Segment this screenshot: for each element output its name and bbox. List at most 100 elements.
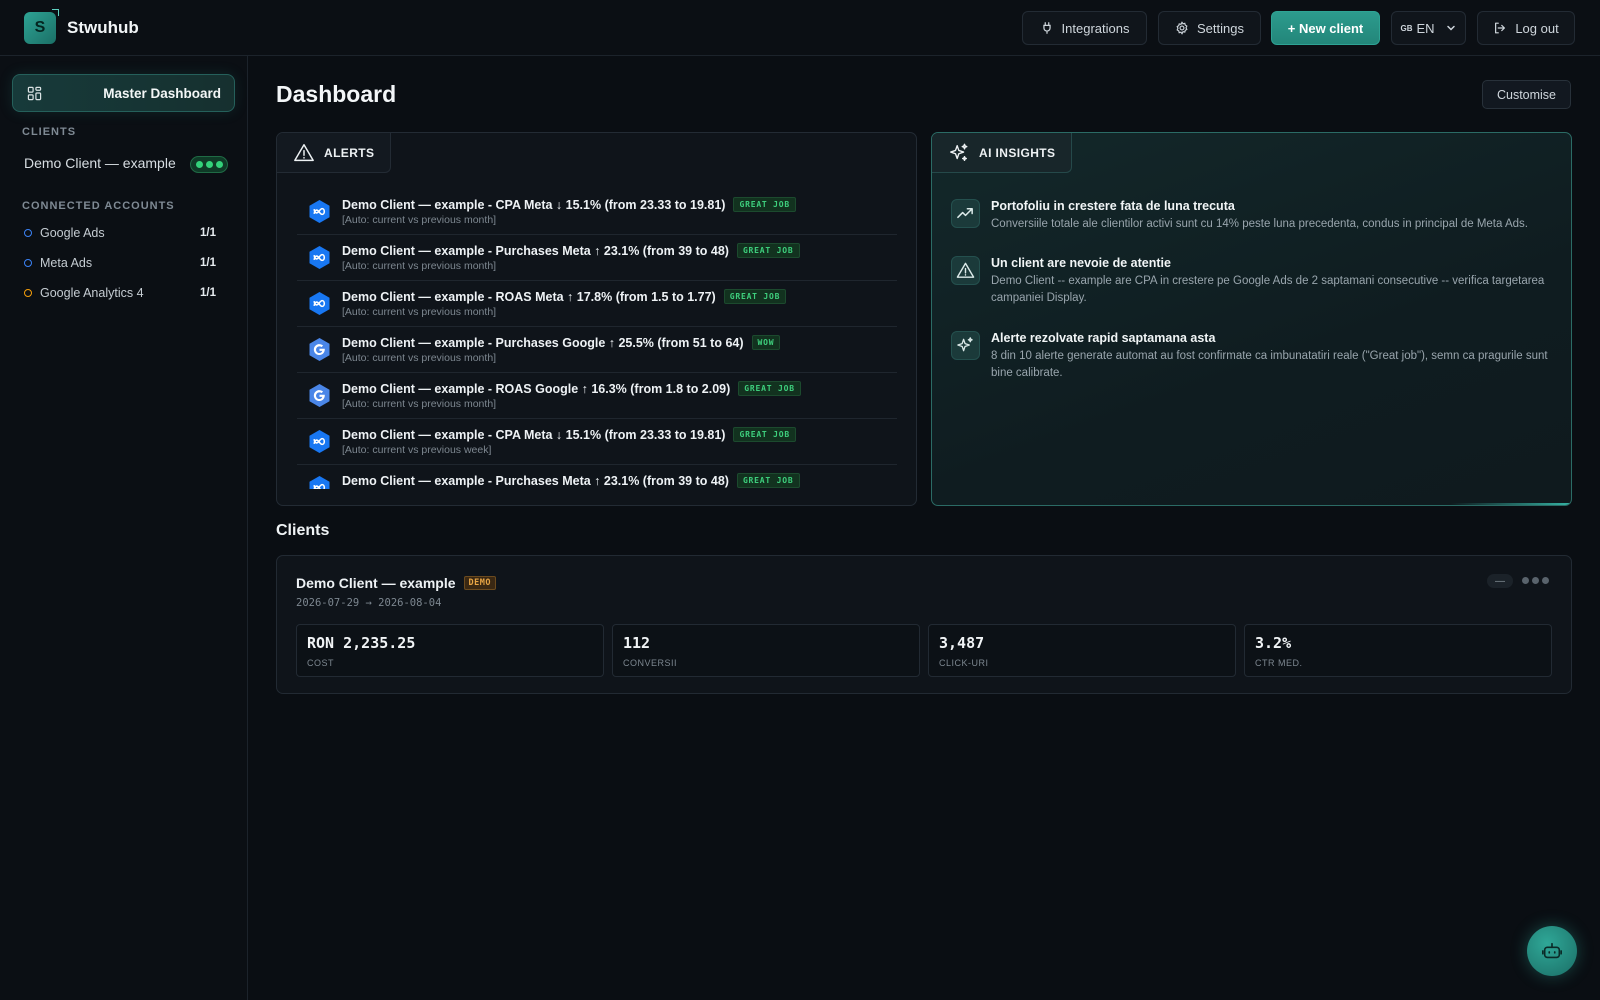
logout-icon <box>1495 22 1506 34</box>
metric-cost: RON 2,235.25 COST <box>296 624 604 677</box>
chevron-down-icon <box>1446 25 1455 31</box>
plug-icon <box>1042 22 1051 34</box>
top-bar: S Stwuhub Integrations Settings + New cl… <box>0 0 1600 56</box>
alert-badge: GREAT JOB <box>723 289 787 304</box>
client-date-range: 2026-07-29 → 2026-08-04 <box>296 597 442 609</box>
alert-row[interactable]: Demo Client — example - Purchases Meta ↑… <box>297 235 897 281</box>
connected-accounts-label: CONNECTED ACCOUNTS <box>22 200 175 212</box>
alert-row[interactable]: Demo Client — example - ROAS Meta ↑ 17.8… <box>297 281 897 327</box>
integrations-button[interactable]: Integrations <box>1022 11 1147 45</box>
clients-section-title: Clients <box>276 522 330 539</box>
insight-text: Conversiile totale ale clientilor activi… <box>991 218 1528 230</box>
account-count: 1/1 <box>200 227 216 239</box>
brand-name[interactable]: Stwuhub <box>67 18 139 38</box>
page-title: Dashboard <box>276 81 397 107</box>
alert-title: Demo Client — example - ROAS Google ↑ 16… <box>342 381 801 396</box>
logout-label: Log out <box>1515 20 1559 36</box>
sidebar: Master Dashboard CLIENTS Demo Client — e… <box>0 56 248 1000</box>
client-card[interactable]: Demo Client — example DEMO 2026-07-29 → … <box>276 555 1572 694</box>
alert-text: Demo Client — example - CPA Meta ↓ 15.1%… <box>342 427 726 442</box>
alert-list: Demo Client — example - CPA Meta ↓ 15.1%… <box>297 189 897 489</box>
sidebar-item-meta-ads[interactable]: Meta Ads 1/1 <box>24 253 220 273</box>
alert-badge: GREAT JOB <box>736 243 800 258</box>
more-options-icon[interactable] <box>1522 577 1549 584</box>
alert-text: Demo Client — example - Purchases Google… <box>342 335 744 350</box>
alert-row[interactable]: Demo Client — example - Purchases Meta ↑… <box>297 465 897 489</box>
alert-title: Demo Client — example - ROAS Meta ↑ 17.8… <box>342 289 787 304</box>
metric-label: CONVERSII <box>623 658 678 668</box>
panel-glow <box>1451 503 1571 505</box>
logout-button[interactable]: Log out <box>1477 11 1575 45</box>
insight-text: 8 din 10 alerte generate automat au fost… <box>991 350 1548 379</box>
alert-text: Demo Client — example - Purchases Meta ↑… <box>342 473 729 488</box>
google-icon <box>307 383 332 408</box>
alerts-label: ALERTS <box>324 145 375 160</box>
insight-title: Portofoliu in crestere fata de luna trec… <box>991 199 1235 213</box>
alerts-panel: ALERTS Demo Client — example - CPA Meta … <box>276 132 917 506</box>
alert-row[interactable]: Demo Client — example - ROAS Google ↑ 16… <box>297 373 897 419</box>
customise-button[interactable]: Customise <box>1482 80 1571 109</box>
sidebar-client-link[interactable]: Demo Client — example <box>24 155 176 171</box>
alert-subtext: [Auto: current vs previous month] <box>342 352 497 364</box>
metric-clicks: 3,487 CLICK-URI <box>928 624 1236 677</box>
ai-insights-panel: AI INSIGHTS Portofoliu in crestere fata … <box>931 132 1572 506</box>
sidebar-item-google-analytics[interactable]: Google Analytics 4 1/1 <box>24 283 220 303</box>
account-count: 1/1 <box>200 287 216 299</box>
sparkle-icon <box>950 143 968 161</box>
metric-value: 112 <box>623 634 651 652</box>
master-dashboard-link[interactable]: Master Dashboard <box>12 74 235 112</box>
sparkle-icon <box>951 331 980 360</box>
account-count: 1/1 <box>200 257 216 269</box>
insight-title: Alerte rezolvate rapid saptamana asta <box>991 331 1216 345</box>
meta-icon <box>307 429 332 454</box>
alert-title: Demo Client — example - Purchases Google… <box>342 335 781 350</box>
ai-insights-label: AI INSIGHTS <box>979 145 1056 160</box>
alert-text: Demo Client — example - ROAS Google ↑ 16… <box>342 381 731 396</box>
alert-title: Demo Client — example - Purchases Meta ↑… <box>342 473 800 488</box>
integrations-label: Integrations <box>1061 20 1130 36</box>
sidebar-item-google-ads[interactable]: Google Ads 1/1 <box>24 223 220 243</box>
client-status-badge: — <box>1487 574 1513 588</box>
alert-title: Demo Client — example - CPA Meta ↓ 15.1%… <box>342 427 797 442</box>
demo-badge: DEMO <box>463 576 496 590</box>
metric-ctr: 3.2% CTR MED. <box>1244 624 1552 677</box>
new-client-label: + New client <box>1287 20 1364 36</box>
alert-subtext: [Auto: current vs previous month] <box>342 398 497 410</box>
assistant-button[interactable] <box>1527 926 1577 976</box>
master-dashboard-label: Master Dashboard <box>103 85 221 101</box>
warning-icon <box>951 256 980 285</box>
insight-text: Demo Client -- example are CPA in creste… <box>991 275 1545 304</box>
new-client-button[interactable]: + New client <box>1271 11 1380 45</box>
google-ads-status-icon <box>24 229 32 237</box>
alert-text: Demo Client — example - Purchases Meta ↑… <box>342 243 729 258</box>
client-name[interactable]: Demo Client — example <box>296 575 456 591</box>
logo-corner-mark <box>52 9 59 16</box>
metric-label: CTR MED. <box>1255 658 1303 668</box>
alert-subtext: [Auto: current vs previous month] <box>342 260 497 272</box>
google-icon <box>307 337 332 362</box>
alerts-tab[interactable]: ALERTS <box>277 133 392 173</box>
meta-icon <box>307 475 332 489</box>
language-label: EN <box>1416 20 1435 36</box>
alert-badge: GREAT JOB <box>736 473 800 488</box>
meta-ads-status-icon <box>24 259 32 267</box>
settings-button[interactable]: Settings <box>1158 11 1261 45</box>
meta-icon <box>307 291 332 316</box>
language-select[interactable]: GB EN <box>1391 11 1466 45</box>
alert-badge: WOW <box>751 335 781 350</box>
warning-icon <box>294 143 314 161</box>
alert-badge: GREAT JOB <box>738 381 801 396</box>
clients-section-label: CLIENTS <box>22 126 77 138</box>
alert-title: Demo Client — example - Purchases Meta ↑… <box>342 243 800 258</box>
alert-row[interactable]: Demo Client — example - CPA Meta ↓ 15.1%… <box>297 419 897 465</box>
alert-row[interactable]: Demo Client — example - Purchases Google… <box>297 327 897 373</box>
settings-label: Settings <box>1197 20 1244 36</box>
ai-insights-tab[interactable]: AI INSIGHTS <box>932 133 1073 173</box>
robot-icon <box>1542 942 1562 959</box>
alert-badge: GREAT JOB <box>733 197 797 212</box>
app-logo[interactable]: S <box>24 12 56 44</box>
account-name: Google Ads <box>40 226 105 240</box>
meta-icon <box>307 245 332 270</box>
alert-row[interactable]: Demo Client — example - CPA Meta ↓ 15.1%… <box>297 189 897 235</box>
meta-icon <box>307 199 332 224</box>
